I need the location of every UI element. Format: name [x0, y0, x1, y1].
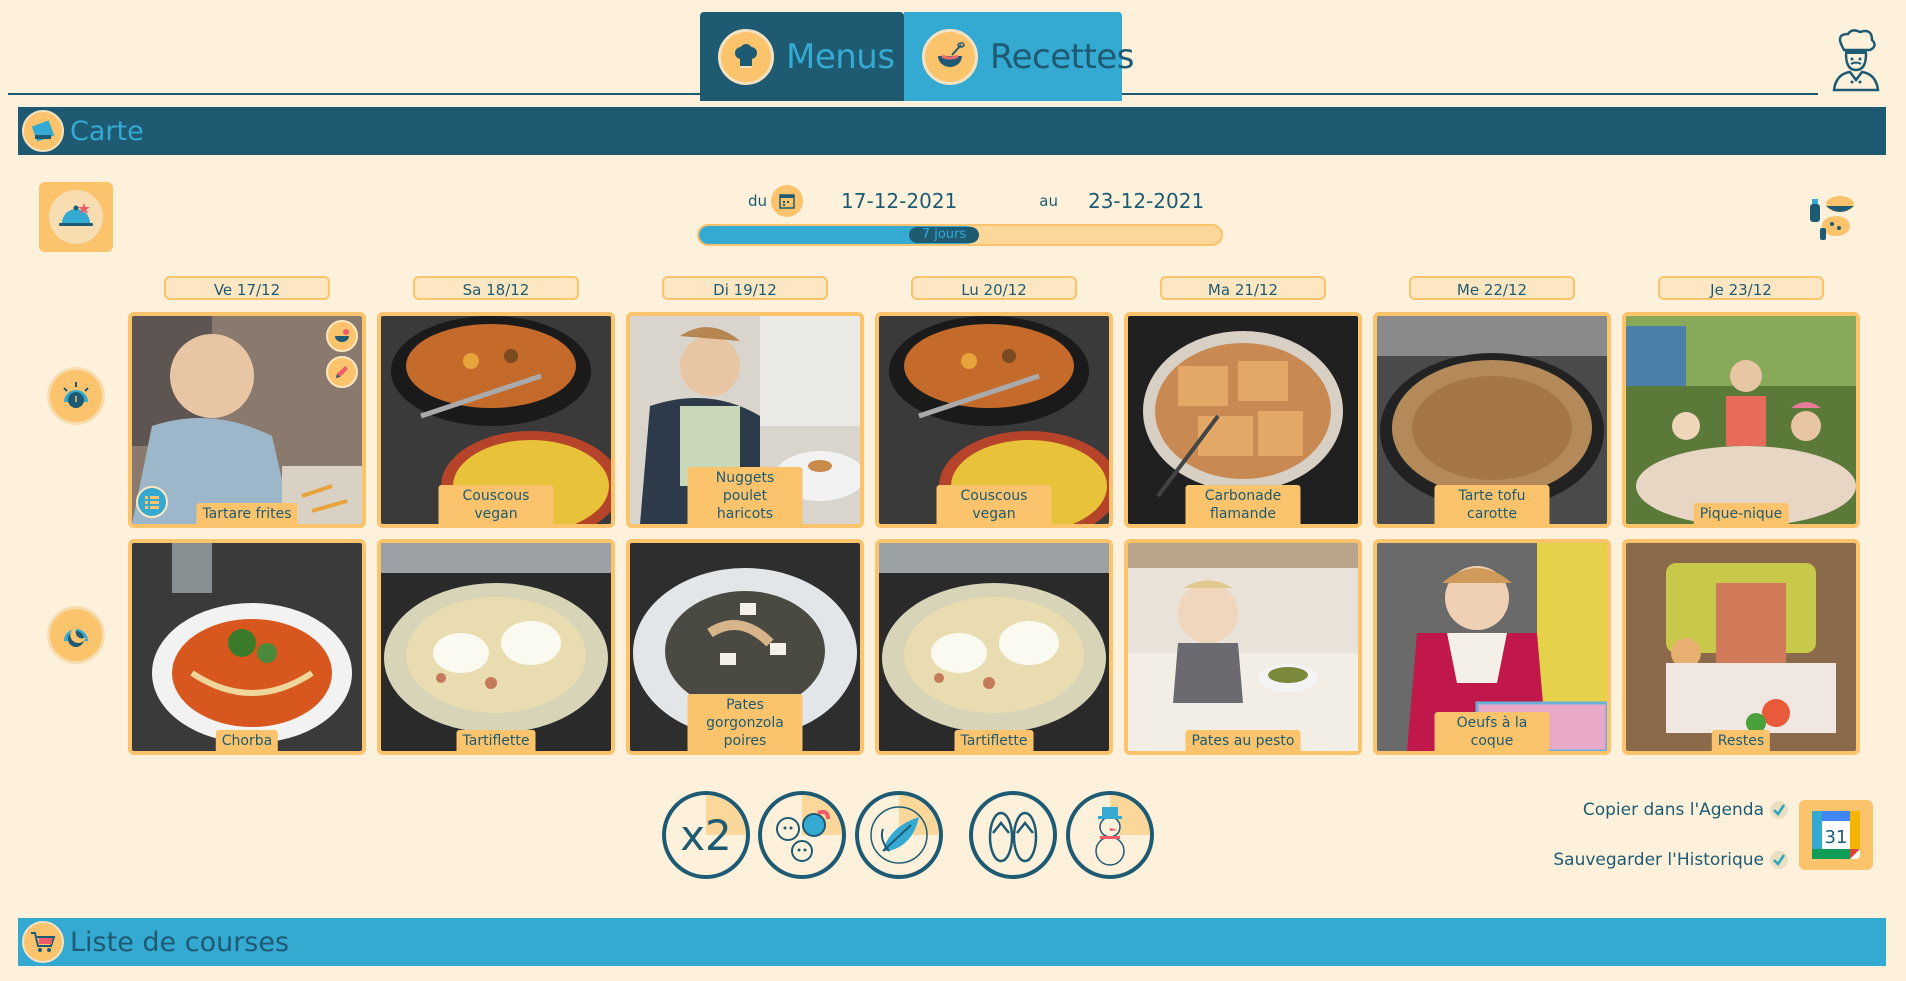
dish-photo	[381, 543, 611, 751]
dish-caption: Pates gorgonzola poires	[687, 694, 803, 751]
dish-caption: Tartiflette	[954, 730, 1034, 751]
date-from-label: du	[748, 192, 768, 210]
meal-cell-soir[interactable]: Pates au pesto	[1124, 539, 1362, 755]
meal-cell-midi[interactable]: Tarte tofu carotte	[1373, 312, 1611, 528]
day-header: Sa 18/12	[413, 276, 579, 300]
courses-section-header[interactable]: Liste de courses	[18, 918, 1886, 966]
date-to-value[interactable]: 23-12-2021	[1088, 189, 1204, 213]
tab-recettes[interactable]: Recettes	[904, 12, 1134, 101]
add-recipe-icon[interactable]	[326, 320, 358, 352]
day-header: Me 22/12	[1409, 276, 1575, 300]
calendar-icon[interactable]	[771, 185, 804, 217]
shopping-cart-icon	[22, 921, 64, 963]
meal-cell-midi[interactable]: Tartare frites	[128, 312, 366, 528]
meal-cell-soir[interactable]: Tartiflette	[377, 539, 615, 755]
dish-photo	[879, 543, 1109, 751]
dish-caption: Chorba	[215, 730, 279, 751]
copy-agenda-toggle[interactable]: Copier dans l'Agenda	[1583, 798, 1788, 822]
save-history-label: Sauvegarder l'Historique	[1553, 850, 1764, 870]
courses-title: Liste de courses	[70, 926, 290, 958]
carte-section-header[interactable]: Carte	[18, 107, 1886, 155]
edit-pencil-icon[interactable]	[326, 356, 358, 388]
vegan-friendly-icon[interactable]	[855, 791, 943, 879]
meal-cell-soir[interactable]: Oeufs à la coque	[1373, 539, 1611, 755]
dish-photo	[132, 316, 362, 524]
dish-caption: Tartiflette	[456, 730, 536, 751]
meal-cell-midi[interactable]: Couscous vegan	[377, 312, 615, 528]
cloche-icon	[49, 190, 103, 244]
dish-photo	[132, 543, 362, 751]
day-header: Ma 21/12	[1160, 276, 1326, 300]
check-icon	[1770, 851, 1788, 869]
day-header: Lu 20/12	[911, 276, 1077, 300]
day-header: Ve 17/12	[164, 276, 330, 300]
calendar-day: 31	[1825, 827, 1848, 848]
food-ingredients-icon[interactable]	[1806, 190, 1858, 242]
x2-portions-icon[interactable]: x2	[662, 791, 750, 879]
date-from-value[interactable]: 17-12-2021	[841, 189, 957, 213]
duration-label: 7 jours	[909, 227, 979, 243]
dish-caption: Carbonade flamande	[1185, 485, 1301, 524]
tab-menus[interactable]: Menus	[700, 12, 904, 101]
dish-caption: Tarte tofu carotte	[1434, 485, 1550, 524]
day-header: Di 19/12	[662, 276, 828, 300]
meal-cell-midi[interactable]: Carbonade flamande	[1124, 312, 1362, 528]
day-header: Je 23/12	[1658, 276, 1824, 300]
copy-agenda-label: Copier dans l'Agenda	[1582, 800, 1764, 820]
tab-recettes-label: Recettes	[990, 36, 1134, 77]
dish-caption: Pates au pesto	[1185, 730, 1301, 751]
dish-caption: Couscous vegan	[936, 485, 1052, 524]
dish-caption: Tartare frites	[196, 503, 298, 524]
dish-caption: Pique-nique	[1693, 503, 1789, 524]
flip-flops-summer-icon[interactable]	[969, 791, 1057, 879]
family-icon[interactable]	[758, 791, 846, 879]
date-to-label: au	[1039, 192, 1058, 210]
duration-slider[interactable]: 7 jours	[697, 224, 1223, 246]
list-view-icon[interactable]	[136, 486, 168, 518]
meal-cell-soir[interactable]: Tartiflette	[875, 539, 1113, 755]
dish-photo	[1626, 543, 1856, 751]
carte-title: Carte	[70, 115, 144, 147]
check-icon	[1770, 801, 1788, 819]
chef-avatar-icon[interactable]	[1830, 28, 1882, 92]
x2-label: x2	[680, 810, 732, 860]
dish-photo	[1626, 316, 1856, 524]
sun-icon[interactable]	[47, 367, 105, 425]
snowman-winter-icon[interactable]	[1066, 791, 1154, 879]
calendar-31-icon: 31	[1812, 811, 1860, 859]
tab-menus-label: Menus	[786, 36, 895, 77]
chef-hat-icon	[718, 28, 774, 85]
dish-caption: Nuggets poulet haricots	[687, 467, 803, 524]
meal-cell-soir[interactable]: Chorba	[128, 539, 366, 755]
generate-menu-button[interactable]	[39, 182, 113, 252]
dish-caption: Oeufs à la coque	[1434, 712, 1550, 751]
moon-icon[interactable]	[47, 606, 105, 664]
mixing-bowl-icon	[922, 28, 978, 85]
meal-cell-midi[interactable]: Couscous vegan	[875, 312, 1113, 528]
menu-card-icon	[22, 110, 64, 152]
dish-caption: Restes	[1711, 730, 1771, 751]
meal-cell-midi[interactable]: Nuggets poulet haricots	[626, 312, 864, 528]
dish-photo	[1128, 543, 1358, 751]
meal-cell-soir[interactable]: Restes	[1622, 539, 1860, 755]
save-history-toggle[interactable]: Sauvegarder l'Historique	[1553, 848, 1788, 872]
date-range: du 17-12-2021 au 23-12-2021	[748, 183, 1204, 219]
google-calendar-button[interactable]: 31	[1799, 800, 1873, 870]
meal-cell-midi[interactable]: Pique-nique	[1622, 312, 1860, 528]
dish-caption: Couscous vegan	[438, 485, 554, 524]
meal-cell-soir[interactable]: Pates gorgonzola poires	[626, 539, 864, 755]
